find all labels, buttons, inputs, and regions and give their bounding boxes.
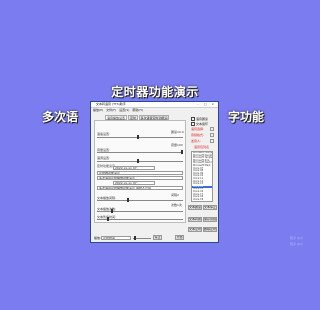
count-slider[interactable] — [97, 209, 183, 213]
slider-knob[interactable] — [134, 236, 136, 240]
slider-knob[interactable] — [127, 198, 129, 202]
delete-timer-button[interactable]: 删除定时 — [203, 227, 217, 232]
time-field[interactable]: 2022-xx-xx 07: — [113, 166, 155, 170]
voice-list-header: 语音包列表 — [194, 145, 210, 149]
volume-slider[interactable] — [97, 150, 183, 154]
slider-knob[interactable] — [181, 150, 183, 154]
slider-knob[interactable] — [111, 209, 113, 213]
checkbox-loop[interactable]: 文本循环 — [191, 122, 208, 126]
voice-select-label: 语音选择: — [191, 127, 205, 131]
menu-item[interactable]: 文件(F) — [106, 108, 116, 112]
menu-item[interactable]: 设置(S) — [119, 108, 129, 112]
read-button[interactable]: 文本朗读 — [188, 205, 202, 210]
convert-button[interactable]: 文本转换 — [188, 217, 202, 222]
overlay-title: 定时器功能演示 — [111, 85, 199, 99]
speed-slider[interactable] — [97, 135, 183, 139]
right-panel: 语音朗读 文本循环 语音选择: 音频格式: 发音人: 语音包列表 Microso… — [188, 115, 218, 237]
speaker-label: 发音人: — [191, 139, 202, 143]
spinner[interactable] — [210, 133, 214, 137]
menu-bar: 播放(P) 文件(F) 设置(S) 帮助(H) — [93, 108, 145, 112]
spinner[interactable] — [210, 127, 214, 131]
checkbox-read[interactable]: 语音朗读 — [191, 117, 208, 121]
stop-button[interactable]: 停止 — [153, 235, 162, 240]
watermark: 知乎 @小 — [290, 236, 303, 240]
timer-button[interactable]: 文本定时 — [188, 227, 202, 232]
text-input[interactable]: 多次语音定时播放功能演示 用时不计算 — [97, 186, 183, 190]
volume-value: 音量100 — [171, 143, 183, 147]
voice-list[interactable]: Microsoft HuihuiMicrosoft KangkangMicros… — [191, 151, 213, 202]
overlay-subtitle-right: 字功能 — [228, 110, 265, 124]
pitch-label: 语调设置: — [97, 156, 111, 160]
slider-knob[interactable] — [107, 217, 109, 221]
slider-knob[interactable] — [137, 159, 139, 163]
speed-value: 朗读10.0 — [171, 130, 184, 134]
speed-label: 语速设置: — [97, 132, 111, 136]
save-audio-button[interactable]: 保存音频 — [203, 217, 217, 222]
app-window: 文本转语音 (TTS)助手 – □ × 播放(P) 文件(F) 设置(S) 帮助… — [90, 101, 219, 243]
overlay-subtitle-left: 多次语 — [42, 110, 79, 124]
pitch-slider[interactable] — [97, 159, 183, 163]
text-input[interactable]: 定时器功能演示 — [97, 171, 183, 175]
interval-slider[interactable] — [97, 198, 183, 202]
status-label: 播放: — [94, 236, 102, 240]
menu-item[interactable]: 帮助(H) — [132, 108, 143, 112]
window-controls[interactable]: – □ × — [197, 102, 216, 106]
status-slider[interactable] — [133, 236, 151, 240]
text-input[interactable]: 多次语音定时播放功能演示 — [97, 176, 183, 180]
format-label: 音频格式: — [191, 133, 205, 137]
spinner[interactable] — [210, 139, 214, 143]
stop-read-button[interactable]: 文本停止 — [203, 205, 217, 210]
count-value: 次数1次 — [171, 203, 182, 207]
voice-list-item[interactable]: Voice 19 — [192, 198, 212, 201]
pause-slider[interactable] — [97, 217, 183, 221]
menu-item[interactable]: 播放(P) — [93, 108, 103, 112]
window-title: 文本转语音 (TTS)助手 — [96, 102, 126, 106]
status-field[interactable]: 定时时间 — [101, 236, 131, 240]
status-bar: 播放: — [94, 236, 101, 240]
time-field[interactable]: 2022-xx-xx 07: — [113, 181, 155, 185]
interval-value: 间隔2 — [171, 193, 179, 197]
settings-panel: 语速设置: 朗读10.0 音量设置: 音量100 语调设置: 定时功能演示 20… — [94, 120, 186, 223]
slider-knob[interactable] — [137, 135, 139, 139]
play-button[interactable]: 开始 — [175, 235, 184, 240]
watermark: 知乎 @小 — [290, 242, 303, 246]
